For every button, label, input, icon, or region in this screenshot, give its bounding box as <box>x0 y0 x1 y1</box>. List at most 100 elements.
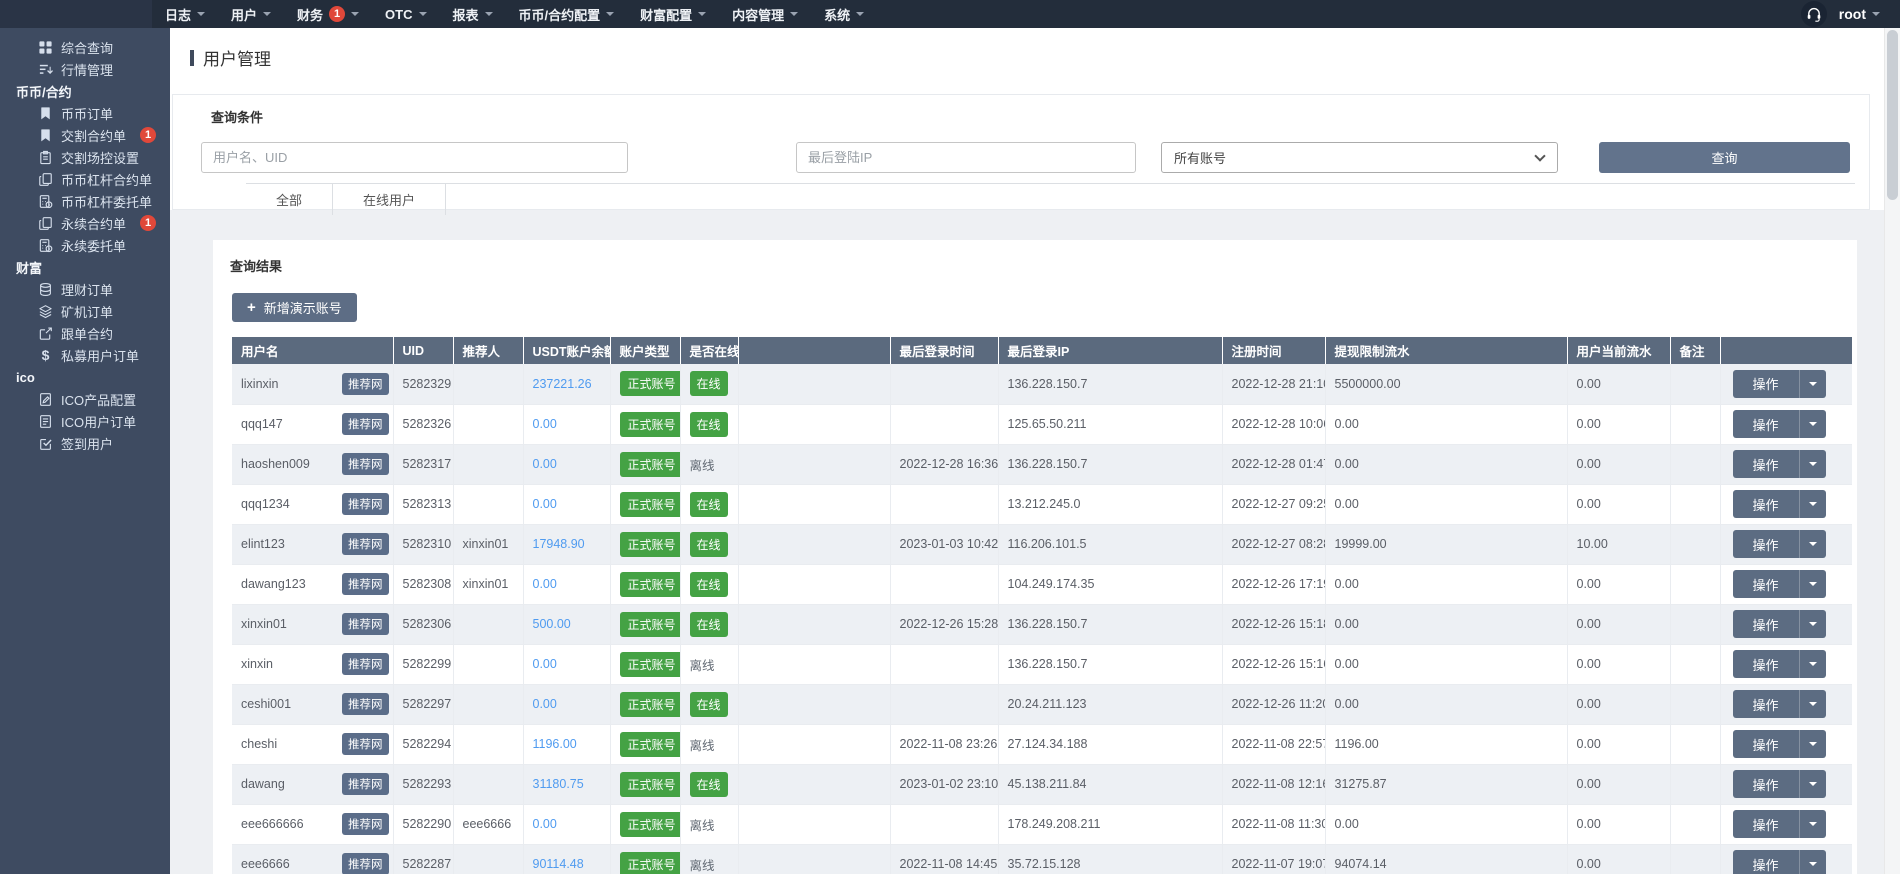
action-button[interactable]: 操作 <box>1733 770 1799 798</box>
action-dropdown-toggle[interactable] <box>1799 410 1826 438</box>
sidebar-item-ICO产品配置[interactable]: ICO产品配置 <box>0 388 170 410</box>
action-dropdown-toggle[interactable] <box>1799 450 1826 478</box>
action-split-button[interactable]: 操作 <box>1733 490 1826 518</box>
balance-link[interactable]: 0.00 <box>533 577 557 591</box>
action-split-button[interactable]: 操作 <box>1733 610 1826 638</box>
nav-item-1[interactable]: 日志 <box>152 0 218 28</box>
add-demo-account-button[interactable]: + 新增演示账号 <box>232 293 357 322</box>
nav-item-8[interactable]: 内容管理 <box>719 0 811 28</box>
tab-all[interactable]: 全部 <box>246 184 333 215</box>
balance-link[interactable]: 0.00 <box>533 697 557 711</box>
action-button[interactable]: 操作 <box>1733 530 1799 558</box>
action-split-button[interactable]: 操作 <box>1733 570 1826 598</box>
recommend-network-badge[interactable]: 推荐网 <box>342 693 389 715</box>
action-dropdown-toggle[interactable] <box>1799 850 1826 874</box>
balance-link[interactable]: 17948.90 <box>533 537 585 551</box>
action-split-button[interactable]: 操作 <box>1733 730 1826 758</box>
sidebar-item-永续合约单[interactable]: 永续合约单1 <box>0 212 170 234</box>
action-button[interactable]: 操作 <box>1733 370 1799 398</box>
balance-link[interactable]: 237221.26 <box>533 377 592 391</box>
action-split-button[interactable]: 操作 <box>1733 410 1826 438</box>
action-button[interactable]: 操作 <box>1733 650 1799 678</box>
action-button[interactable]: 操作 <box>1733 570 1799 598</box>
action-dropdown-toggle[interactable] <box>1799 370 1826 398</box>
action-split-button[interactable]: 操作 <box>1733 810 1826 838</box>
action-dropdown-toggle[interactable] <box>1799 770 1826 798</box>
balance-link[interactable]: 0.00 <box>533 657 557 671</box>
recommend-network-badge[interactable]: 推荐网 <box>342 533 389 555</box>
action-dropdown-toggle[interactable] <box>1799 650 1826 678</box>
sidebar-item-永续委托单[interactable]: 永续委托单 <box>0 234 170 256</box>
balance-link[interactable]: 1196.00 <box>533 737 577 751</box>
balance-link[interactable]: 0.00 <box>533 457 557 471</box>
recommend-network-badge[interactable]: 推荐网 <box>342 733 389 755</box>
recommend-network-badge[interactable]: 推荐网 <box>342 373 389 395</box>
sidebar-item-交割场控设置[interactable]: 交割场控设置 <box>0 146 170 168</box>
action-button[interactable]: 操作 <box>1733 730 1799 758</box>
query-button[interactable]: 查询 <box>1599 142 1850 173</box>
recommend-network-badge[interactable]: 推荐网 <box>342 613 389 635</box>
support-headset-button[interactable] <box>1801 1 1827 27</box>
nav-item-4[interactable]: OTC <box>372 0 439 28</box>
sidebar-item-跟单合约[interactable]: 跟单合约 <box>0 322 170 344</box>
recommend-network-badge[interactable]: 推荐网 <box>342 493 389 515</box>
action-button[interactable]: 操作 <box>1733 610 1799 638</box>
sidebar-item-交割合约单[interactable]: 交割合约单1 <box>0 124 170 146</box>
action-split-button[interactable]: 操作 <box>1733 690 1826 718</box>
action-dropdown-toggle[interactable] <box>1799 570 1826 598</box>
balance-link[interactable]: 31180.75 <box>533 777 584 791</box>
balance-link[interactable]: 0.00 <box>533 417 557 431</box>
action-dropdown-toggle[interactable] <box>1799 810 1826 838</box>
action-button[interactable]: 操作 <box>1733 410 1799 438</box>
nav-item-9[interactable]: 系统 <box>811 0 877 28</box>
balance-link[interactable]: 500.00 <box>533 617 571 631</box>
action-button[interactable]: 操作 <box>1733 490 1799 518</box>
action-button[interactable]: 操作 <box>1733 850 1799 874</box>
recommend-network-badge[interactable]: 推荐网 <box>342 413 389 435</box>
recommend-network-badge[interactable]: 推荐网 <box>342 853 389 874</box>
sidebar-item-综合查询[interactable]: 综合查询 <box>0 36 170 58</box>
sidebar-item-币币杠杆委托单[interactable]: 币币杠杆委托单 <box>0 190 170 212</box>
action-split-button[interactable]: 操作 <box>1733 770 1826 798</box>
action-dropdown-toggle[interactable] <box>1799 490 1826 518</box>
nav-item-5[interactable]: 报表 <box>440 0 506 28</box>
scrollbar-thumb[interactable] <box>1887 30 1898 200</box>
action-split-button[interactable]: 操作 <box>1733 650 1826 678</box>
last-login-ip-input[interactable] <box>796 142 1136 173</box>
action-split-button[interactable]: 操作 <box>1733 370 1826 398</box>
recommend-network-badge[interactable]: 推荐网 <box>342 453 389 475</box>
username-uid-input[interactable] <box>201 142 628 173</box>
action-dropdown-toggle[interactable] <box>1799 530 1826 558</box>
balance-link[interactable]: 90114.48 <box>533 857 584 871</box>
action-button[interactable]: 操作 <box>1733 690 1799 718</box>
user-menu[interactable]: root <box>1839 6 1880 22</box>
action-dropdown-toggle[interactable] <box>1799 690 1826 718</box>
sidebar-item-矿机订单[interactable]: 矿机订单 <box>0 300 170 322</box>
action-button[interactable]: 操作 <box>1733 450 1799 478</box>
sidebar-item-签到用户[interactable]: 签到用户 <box>0 432 170 454</box>
sidebar-item-理财订单[interactable]: 理财订单 <box>0 278 170 300</box>
recommend-network-badge[interactable]: 推荐网 <box>342 573 389 595</box>
balance-link[interactable]: 0.00 <box>533 497 557 511</box>
sidebar-item-币币订单[interactable]: 币币订单 <box>0 102 170 124</box>
vertical-scrollbar[interactable] <box>1884 28 1900 874</box>
sidebar-item-币币杠杆合约单[interactable]: 币币杠杆合约单 <box>0 168 170 190</box>
action-split-button[interactable]: 操作 <box>1733 530 1826 558</box>
action-dropdown-toggle[interactable] <box>1799 610 1826 638</box>
sidebar-item-行情管理[interactable]: 行情管理 <box>0 58 170 80</box>
balance-link[interactable]: 0.00 <box>533 817 557 831</box>
nav-item-3[interactable]: 财务1 <box>284 0 372 28</box>
sidebar-item-ICO用户订单[interactable]: ICO用户订单 <box>0 410 170 432</box>
tab-online-users[interactable]: 在线用户 <box>333 184 446 215</box>
recommend-network-badge[interactable]: 推荐网 <box>342 773 389 795</box>
action-button[interactable]: 操作 <box>1733 810 1799 838</box>
account-type-select[interactable]: 所有账号 <box>1161 142 1558 173</box>
nav-item-2[interactable]: 用户 <box>218 0 284 28</box>
nav-item-7[interactable]: 财富配置 <box>627 0 719 28</box>
action-dropdown-toggle[interactable] <box>1799 730 1826 758</box>
recommend-network-badge[interactable]: 推荐网 <box>342 813 389 835</box>
recommend-network-badge[interactable]: 推荐网 <box>342 653 389 675</box>
action-split-button[interactable]: 操作 <box>1733 450 1826 478</box>
sidebar-item-私募用户订单[interactable]: $私募用户订单 <box>0 344 170 366</box>
nav-item-6[interactable]: 币币/合约配置 <box>506 0 628 28</box>
